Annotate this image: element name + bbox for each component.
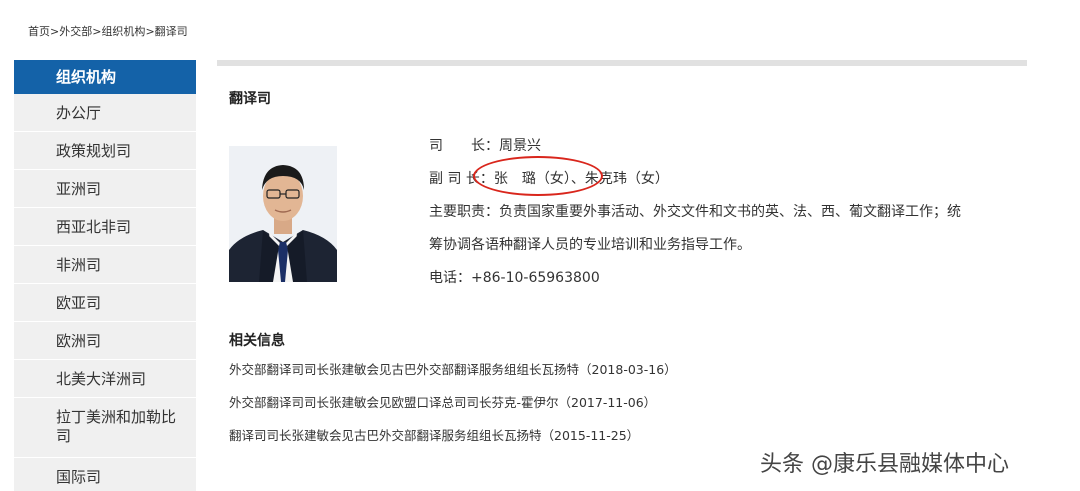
duties-line-2: 筹协调各语种翻译人员的专业培训和业务指导工作。 xyxy=(429,237,751,253)
department-info: 司 长：周景兴 副 司 长：张 璐（女）、朱克玮（女） 主要职责：负责国家重要外… xyxy=(429,130,1024,295)
breadcrumb-separator: > xyxy=(50,25,60,38)
portrait-image xyxy=(229,146,337,282)
breadcrumb-home[interactable]: 首页 xyxy=(28,25,50,38)
related-news-item[interactable]: 外交部翻译司司长张建敏会见欧盟口译总司司长芬克-霍伊尔（2017-11-06） xyxy=(229,393,677,426)
phone-line: 电话：+86-10-65963800 xyxy=(429,270,600,286)
related-info-title: 相关信息 xyxy=(229,333,285,349)
related-news-list: 外交部翻译司司长张建敏会见古巴外交部翻译服务组组长瓦扬特（2018-03-16）… xyxy=(229,360,677,459)
breadcrumb: 首页>外交部>组织机构>翻译司 xyxy=(28,23,188,39)
department-title: 翻译司 xyxy=(229,91,271,107)
top-divider-bar xyxy=(217,60,1027,66)
sidebar-item-international[interactable]: 国际司 xyxy=(14,458,196,491)
breadcrumb-current: 翻译司 xyxy=(154,25,188,38)
sidebar-item-general-office[interactable]: 办公厅 xyxy=(14,94,196,132)
related-news-item[interactable]: 外交部翻译司司长张建敏会见古巴外交部翻译服务组组长瓦扬特（2018-03-16） xyxy=(229,360,677,393)
sidebar-item-latin-america-caribbean[interactable]: 拉丁美洲和加勒比司 xyxy=(14,398,196,458)
sidebar-item-north-america-oceania[interactable]: 北美大洋洲司 xyxy=(14,360,196,398)
related-news-item[interactable]: 翻译司司长张建敏会见古巴外交部翻译服务组组长瓦扬特（2015-11-25） xyxy=(229,426,677,459)
sidebar-item-eurasia[interactable]: 欧亚司 xyxy=(14,284,196,322)
sidebar-item-west-asia-north-africa[interactable]: 西亚北非司 xyxy=(14,208,196,246)
sidebar-item-policy-planning[interactable]: 政策规划司 xyxy=(14,132,196,170)
sidebar: 组织机构 办公厅 政策规划司 亚洲司 西亚北非司 非洲司 欧亚司 欧洲司 北美大… xyxy=(14,60,196,491)
watermark: 头条 @康乐县融媒体中心 xyxy=(760,452,1009,477)
sidebar-item-europe[interactable]: 欧洲司 xyxy=(14,322,196,360)
main-content: 翻译司 司 长：周景兴 副 司 长：张 璐（女）、朱克玮（女） 主要职责：负责国… xyxy=(217,60,1027,443)
sidebar-item-asia[interactable]: 亚洲司 xyxy=(14,170,196,208)
director-portrait xyxy=(229,146,337,282)
red-highlight-circle xyxy=(473,156,603,196)
breadcrumb-mfa[interactable]: 外交部 xyxy=(59,25,92,38)
duties-line-1: 主要职责：负责国家重要外事活动、外交文件和文书的英、法、西、葡文翻译工作；统 xyxy=(429,204,961,220)
breadcrumb-organization[interactable]: 组织机构 xyxy=(101,25,145,38)
sidebar-item-africa[interactable]: 非洲司 xyxy=(14,246,196,284)
breadcrumb-separator: > xyxy=(145,25,155,38)
sidebar-header[interactable]: 组织机构 xyxy=(14,60,196,94)
